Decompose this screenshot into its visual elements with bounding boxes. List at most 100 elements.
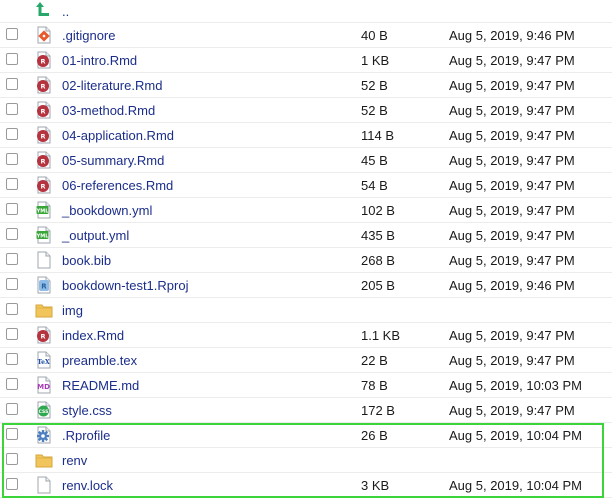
file-name-link[interactable]: book.bib xyxy=(62,253,111,268)
file-name-link[interactable]: 04-application.Rmd xyxy=(62,128,174,143)
file-size: 1.1 KB xyxy=(361,328,401,343)
rmarkdown-file-icon: R xyxy=(35,326,53,344)
file-size: 52 B xyxy=(361,78,388,93)
file-modified: Aug 5, 2019, 9:46 PM xyxy=(449,28,575,43)
file-row[interactable]: R 02-literature.Rmd 52 B Aug 5, 2019, 9:47 … xyxy=(0,73,612,98)
file-checkbox[interactable] xyxy=(6,353,18,365)
file-checkbox[interactable] xyxy=(6,128,18,140)
file-checkbox[interactable] xyxy=(6,28,18,40)
file-row[interactable]: R 06-references.Rmd 54 B Aug 5, 2019, 9:47 … xyxy=(0,173,612,198)
markdown-file-icon: MD xyxy=(35,376,53,394)
file-name-link[interactable]: README.md xyxy=(62,378,139,393)
svg-text:YML: YML xyxy=(36,233,50,239)
file-checkbox[interactable] xyxy=(6,303,18,315)
file-name-link[interactable]: 02-literature.Rmd xyxy=(62,78,162,93)
file-checkbox[interactable] xyxy=(6,403,18,415)
file-row[interactable]: img xyxy=(0,298,612,323)
file-checkbox[interactable] xyxy=(6,78,18,90)
file-modified: Aug 5, 2019, 10:03 PM xyxy=(449,378,582,393)
rmarkdown-file-icon: R xyxy=(35,126,53,144)
file-name-link[interactable]: .gitignore xyxy=(62,28,115,43)
file-checkbox[interactable] xyxy=(6,53,18,65)
file-modified: Aug 5, 2019, 9:47 PM xyxy=(449,78,575,93)
file-checkbox[interactable] xyxy=(6,103,18,115)
file-name-link[interactable]: renv xyxy=(62,453,87,468)
file-name-link[interactable]: 05-summary.Rmd xyxy=(62,153,164,168)
file-checkbox[interactable] xyxy=(6,178,18,190)
file-modified: Aug 5, 2019, 9:47 PM xyxy=(449,353,575,368)
file-modified: Aug 5, 2019, 9:47 PM xyxy=(449,103,575,118)
file-checkbox[interactable] xyxy=(6,153,18,165)
file-checkbox[interactable] xyxy=(6,478,18,490)
file-row[interactable]: R 01-intro.Rmd 1 KB Aug 5, 2019, 9:47 PM xyxy=(0,48,612,73)
file-row[interactable]: .Rprofile 26 B Aug 5, 2019, 10:04 PM xyxy=(0,423,612,448)
file-checkbox[interactable] xyxy=(6,453,18,465)
file-row[interactable]: R 05-summary.Rmd 45 B Aug 5, 2019, 9:47 PM xyxy=(0,148,612,173)
file-size: 54 B xyxy=(361,178,388,193)
file-name-link[interactable]: index.Rmd xyxy=(62,328,124,343)
file-checkbox[interactable] xyxy=(6,278,18,290)
file-modified: Aug 5, 2019, 9:47 PM xyxy=(449,128,575,143)
file-row[interactable]: CSS style.css 172 B Aug 5, 2019, 9:47 PM xyxy=(0,398,612,423)
file-row[interactable]: YML _bookdown.yml 102 B Aug 5, 2019, 9:47 P… xyxy=(0,198,612,223)
file-name-link[interactable]: img xyxy=(62,303,83,318)
file-size: 3 KB xyxy=(361,478,390,493)
svg-text:R: R xyxy=(40,83,45,91)
file-name-link[interactable]: 03-method.Rmd xyxy=(62,103,155,118)
file-row[interactable]: YML _output.yml 435 B Aug 5, 2019, 9:47 PM xyxy=(0,223,612,248)
file-checkbox[interactable] xyxy=(6,428,18,440)
file-row[interactable]: R 03-method.Rmd 52 B Aug 5, 2019, 9:47 PM xyxy=(0,98,612,123)
file-row[interactable]: renv xyxy=(0,448,612,473)
folder-icon xyxy=(35,451,53,469)
file-checkbox[interactable] xyxy=(6,253,18,265)
file-size: 26 B xyxy=(361,428,388,443)
file-modified: Aug 5, 2019, 10:04 PM xyxy=(449,428,582,443)
file-row[interactable]: R 04-application.Rmd 114 B Aug 5, 2019, 9:4… xyxy=(0,123,612,148)
file-name-link[interactable]: bookdown-test1.Rproj xyxy=(62,278,188,293)
file-modified: Aug 5, 2019, 9:47 PM xyxy=(449,403,575,418)
file-name-link[interactable]: style.css xyxy=(62,403,112,418)
svg-text:YML: YML xyxy=(36,208,50,214)
file-modified: Aug 5, 2019, 9:47 PM xyxy=(449,53,575,68)
file-size: 114 B xyxy=(361,128,395,143)
file-row[interactable]: Rbookdown-test1.Rproj 205 B Aug 5, 2019, 9… xyxy=(0,273,612,298)
parent-directory-row[interactable]: .. xyxy=(0,0,612,23)
file-name-link[interactable]: 06-references.Rmd xyxy=(62,178,173,193)
file-row[interactable]: Rindex.Rmd 1.1 KB Aug 5, 2019, 9:47 PM xyxy=(0,323,612,348)
file-checkbox[interactable] xyxy=(6,203,18,215)
git-file-icon xyxy=(35,26,53,44)
file-modified: Aug 5, 2019, 9:47 PM xyxy=(449,153,575,168)
file-row[interactable]: book.bib 268 B Aug 5, 2019, 9:47 PM xyxy=(0,248,612,273)
file-row[interactable]: renv.lock 3 KB Aug 5, 2019, 10:04 PM xyxy=(0,473,612,498)
file-name-link[interactable]: 01-intro.Rmd xyxy=(62,53,137,68)
file-name-link[interactable]: renv.lock xyxy=(62,478,113,493)
file-size: 78 B xyxy=(361,378,388,393)
file-name-link[interactable]: .Rprofile xyxy=(62,428,110,443)
file-name-link[interactable]: preamble.tex xyxy=(62,353,137,368)
file-row[interactable]: MD README.md 78 B Aug 5, 2019, 10:03 PM xyxy=(0,373,612,398)
parent-directory-link[interactable]: .. xyxy=(62,4,69,19)
file-checkbox[interactable] xyxy=(6,378,18,390)
css-file-icon: CSS xyxy=(35,401,53,419)
svg-text:R: R xyxy=(41,283,47,291)
rmarkdown-file-icon: R xyxy=(35,176,53,194)
file-name-link[interactable]: _output.yml xyxy=(62,228,129,243)
file-modified: Aug 5, 2019, 9:47 PM xyxy=(449,228,575,243)
rproject-file-icon: R xyxy=(35,276,53,294)
file-size: 102 B xyxy=(361,203,395,218)
file-modified: Aug 5, 2019, 9:46 PM xyxy=(449,278,575,293)
file-list: .. .gitignore 40 B Aug 5, 2019, 9:46 PM R 01… xyxy=(0,0,612,498)
file-name-link[interactable]: _bookdown.yml xyxy=(62,203,152,218)
file-row[interactable]: .gitignore 40 B Aug 5, 2019, 9:46 PM xyxy=(0,23,612,48)
file-checkbox[interactable] xyxy=(6,228,18,240)
file-size: 22 B xyxy=(361,353,388,368)
file-size: 172 B xyxy=(361,403,395,418)
go-up-arrow-icon[interactable] xyxy=(35,0,53,18)
file-checkbox[interactable] xyxy=(6,328,18,340)
file-modified: Aug 5, 2019, 9:47 PM xyxy=(449,253,575,268)
blank-file-icon xyxy=(35,476,53,494)
blank-file-icon xyxy=(35,251,53,269)
file-row[interactable]: TeX preamble.tex 22 B Aug 5, 2019, 9:47 PM xyxy=(0,348,612,373)
file-modified: Aug 5, 2019, 9:47 PM xyxy=(449,328,575,343)
svg-text:MD: MD xyxy=(37,383,50,391)
